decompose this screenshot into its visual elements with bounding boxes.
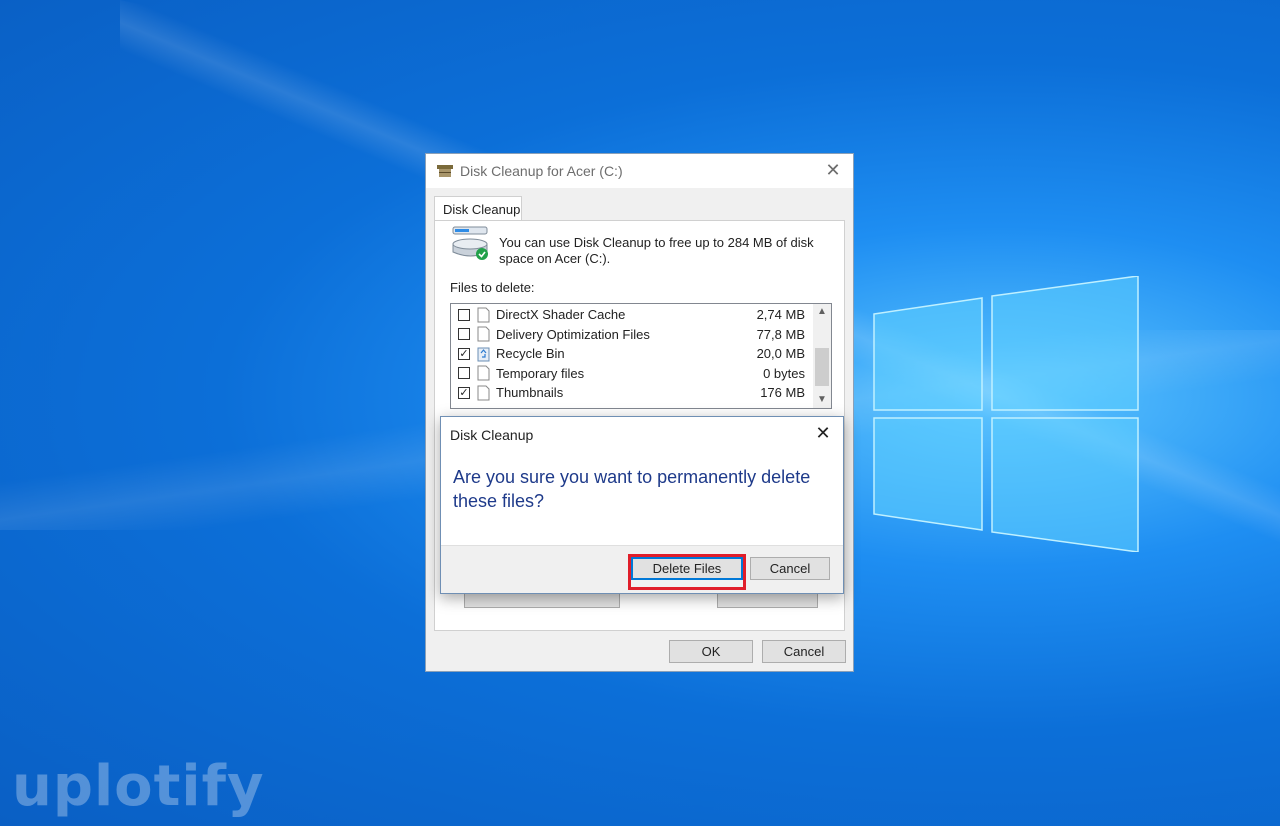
scroll-down-arrow-icon[interactable]: ▼	[813, 392, 831, 408]
cancel-button[interactable]: Cancel	[762, 640, 846, 663]
close-icon[interactable]: ✕	[823, 160, 843, 180]
recycle-bin-icon	[477, 347, 490, 362]
scroll-thumb[interactable]	[815, 348, 829, 386]
file-size: 0 bytes	[763, 365, 805, 381]
file-name: Thumbnails	[496, 385, 564, 401]
file-size: 176 MB	[760, 385, 805, 401]
file-size: 2,74 MB	[756, 307, 805, 323]
file-size: 77,8 MB	[756, 326, 805, 342]
confirm-dialog-title: Disk Cleanup	[450, 427, 534, 443]
file-icon	[477, 365, 490, 381]
ok-button[interactable]: OK	[669, 640, 753, 663]
uplotify-watermark: uplotify	[12, 754, 265, 819]
file-icon	[477, 307, 490, 323]
highlight-box	[628, 554, 746, 590]
tab-disk-cleanup[interactable]: Disk Cleanup	[434, 196, 522, 221]
file-size: 20,0 MB	[756, 346, 805, 362]
list-item[interactable]: Temporary files 0 bytes	[451, 364, 811, 384]
file-name: DirectX Shader Cache	[496, 307, 626, 323]
list-item[interactable]: ✓ Recycle Bin 20,0 MB	[451, 344, 811, 364]
scroll-up-arrow-icon[interactable]: ▲	[813, 304, 831, 320]
window-titlebar[interactable]: Disk Cleanup for Acer (C:) ✕	[426, 154, 853, 188]
confirm-cancel-button[interactable]: Cancel	[750, 557, 830, 580]
checkbox[interactable]	[458, 308, 470, 321]
checkbox[interactable]	[458, 367, 470, 380]
disk-cleanup-app-icon	[437, 165, 453, 177]
file-icon	[477, 385, 490, 401]
confirm-delete-dialog: Disk Cleanup ✕ Are you sure you want to …	[440, 416, 844, 594]
checkbox-checked[interactable]: ✓	[458, 386, 470, 399]
checkbox-checked[interactable]: ✓	[458, 347, 470, 360]
file-icon	[477, 326, 490, 342]
file-name: Temporary files	[496, 365, 585, 381]
confirm-message: Are you sure you want to permanently del…	[453, 467, 811, 511]
list-item[interactable]: Delivery Optimization Files 77,8 MB	[451, 325, 811, 345]
windows-logo-icon	[873, 276, 1139, 552]
files-to-delete-label: Files to delete:	[450, 280, 535, 295]
list-item[interactable]: DirectX Shader Cache 2,74 MB	[451, 305, 811, 325]
vertical-scrollbar[interactable]: ▲ ▼	[813, 304, 831, 408]
disk-cleanup-window: Disk Cleanup for Acer (C:) ✕ Disk Cleanu…	[425, 153, 854, 672]
window-title: Disk Cleanup for Acer (C:)	[460, 163, 623, 179]
cleanup-description: You can use Disk Cleanup to free up to 2…	[499, 235, 814, 266]
close-icon[interactable]: ✕	[813, 423, 833, 443]
file-name: Recycle Bin	[496, 346, 565, 362]
files-list[interactable]: DirectX Shader Cache 2,74 MB Delivery Op…	[450, 303, 832, 409]
checkbox[interactable]	[458, 328, 470, 341]
list-item[interactable]: ✓ Thumbnails 176 MB	[451, 383, 811, 403]
file-name: Delivery Optimization Files	[496, 326, 650, 342]
drive-icon	[452, 226, 488, 260]
